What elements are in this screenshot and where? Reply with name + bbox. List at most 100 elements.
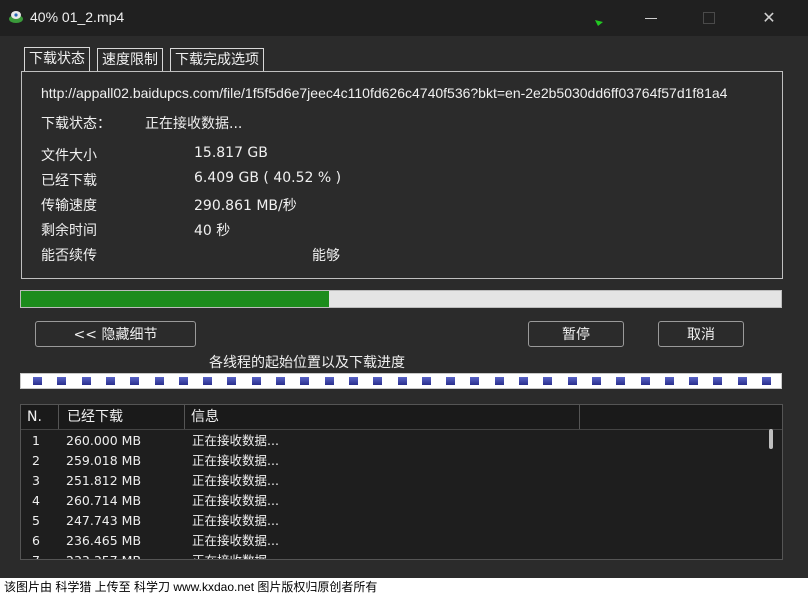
thread-segment xyxy=(373,377,383,385)
thread-segment xyxy=(543,377,553,385)
status-label: 下载状态： xyxy=(41,116,111,132)
table-row[interactable]: 4 260.714 MB 正在接收数据... xyxy=(21,491,766,511)
thread-segment xyxy=(519,377,528,385)
thread-segment xyxy=(227,377,237,385)
tab-download-status[interactable]: 下载状态 xyxy=(24,47,90,72)
progress-fill xyxy=(21,291,329,307)
close-icon: ✕ xyxy=(762,8,776,27)
row-info: 正在接收数据... xyxy=(192,551,279,559)
row-info: 正在接收数据... xyxy=(192,493,279,508)
download-url: http://appall02.baidupcs.com/file/1f5f5d… xyxy=(41,85,728,101)
row-number: 2 xyxy=(32,453,40,468)
minimize-button[interactable] xyxy=(628,0,674,36)
thread-segment xyxy=(81,377,91,385)
hide-details-button[interactable]: << 隐藏细节 xyxy=(35,321,196,347)
cancel-button[interactable]: 取消 xyxy=(658,321,744,347)
table-row[interactable]: 3 251.812 MB 正在接收数据... xyxy=(21,471,766,491)
list-scrollbar-thumb[interactable] xyxy=(769,429,773,449)
app-icon xyxy=(9,11,23,23)
thread-segment xyxy=(57,377,67,385)
row-downloaded: 259.018 MB xyxy=(66,453,142,468)
thread-segment xyxy=(105,377,115,385)
resume-value: 能够 xyxy=(312,248,340,264)
column-header-extra[interactable] xyxy=(580,405,782,429)
row-number: 5 xyxy=(32,513,40,528)
row-info: 正在接收数据... xyxy=(192,433,279,448)
row-downloaded: 260.714 MB xyxy=(66,493,142,508)
column-header-downloaded[interactable]: 已经下载 xyxy=(59,405,185,429)
row-info: 正在接收数据... xyxy=(192,473,279,488)
thread-segment xyxy=(689,377,699,385)
thread-segment xyxy=(251,377,261,385)
row-number: 3 xyxy=(32,473,40,488)
speed-label: 传输速度 xyxy=(41,198,97,214)
title-bar[interactable]: 40% 01_2.mp4 ✕ xyxy=(0,0,808,36)
pause-button[interactable]: 暂停 xyxy=(528,321,624,347)
row-info: 正在接收数据... xyxy=(192,513,279,528)
column-header-info[interactable]: 信息 xyxy=(185,405,580,429)
threads-progress-bar xyxy=(20,373,782,389)
thread-segment xyxy=(470,377,480,385)
thread-segment xyxy=(130,377,140,385)
table-row[interactable]: 1 260.000 MB 正在接收数据... xyxy=(21,431,766,451)
thread-list[interactable]: N. 已经下载 信息 1 260.000 MB 正在接收数据... 2 259.… xyxy=(20,404,783,560)
thread-segment xyxy=(178,377,188,385)
remaining-time-label: 剩余时间 xyxy=(41,223,97,239)
thread-segment xyxy=(664,377,674,385)
thread-segment xyxy=(616,377,626,385)
row-info: 正在接收数据... xyxy=(192,533,279,548)
thread-segment xyxy=(33,377,42,385)
thread-segment xyxy=(762,377,771,385)
row-number: 1 xyxy=(32,433,40,448)
image-caption: 该图片由 科学猎 上传至 科学刀 www.kxdao.net 图片版权归原创者所… xyxy=(0,578,808,596)
thread-segment xyxy=(154,377,164,385)
window-title: 40% 01_2.mp4 xyxy=(30,9,125,25)
threads-progress-label: 各线程的起始位置以及下载进度 xyxy=(209,355,405,371)
thread-segment xyxy=(300,377,310,385)
file-size-label: 文件大小 xyxy=(41,148,97,164)
flag-icon xyxy=(595,20,603,26)
thread-segment xyxy=(276,377,285,385)
close-button[interactable]: ✕ xyxy=(746,0,792,36)
minimize-icon xyxy=(645,18,657,19)
thread-segment xyxy=(591,377,601,385)
row-number: 4 xyxy=(32,493,40,508)
maximize-button[interactable] xyxy=(686,0,732,36)
row-downloaded: 247.743 MB xyxy=(66,513,142,528)
downloaded-value: 6.409 GB ( 40.52 % ) xyxy=(194,170,342,186)
downloaded-label: 已经下载 xyxy=(41,173,97,189)
column-header-number[interactable]: N. xyxy=(21,405,59,429)
thread-segment xyxy=(494,377,504,385)
row-downloaded: 251.812 MB xyxy=(66,473,142,488)
speed-value: 290.861 MB/秒 xyxy=(194,198,297,214)
table-row[interactable]: 6 236.465 MB 正在接收数据... xyxy=(21,531,766,551)
row-downloaded: 236.465 MB xyxy=(66,533,142,548)
thread-segment xyxy=(640,377,650,385)
thread-segment xyxy=(397,377,407,385)
file-size-value: 15.817 GB xyxy=(194,145,268,161)
status-panel: http://appall02.baidupcs.com/file/1f5f5d… xyxy=(21,71,783,279)
thread-segment xyxy=(324,377,334,385)
row-number: 7 xyxy=(32,551,40,559)
thread-segment xyxy=(348,377,358,385)
tab-completion-options[interactable]: 下载完成选项 xyxy=(170,48,264,71)
thread-list-header: N. 已经下载 信息 xyxy=(21,405,782,430)
table-row[interactable]: 2 259.018 MB 正在接收数据... xyxy=(21,451,766,471)
table-row[interactable]: 7 233.357 MB 正在接收数据... xyxy=(21,551,766,559)
row-downloaded: 260.000 MB xyxy=(66,433,142,448)
download-progress-bar xyxy=(20,290,782,308)
maximize-icon xyxy=(703,12,715,24)
thread-segment xyxy=(713,377,723,385)
row-number: 6 xyxy=(32,533,40,548)
thread-segment xyxy=(421,377,431,385)
status-value: 正在接收数据... xyxy=(145,116,243,132)
row-downloaded: 233.357 MB xyxy=(66,551,141,559)
row-info: 正在接收数据... xyxy=(192,453,279,468)
tab-speed-limit[interactable]: 速度限制 xyxy=(97,48,163,71)
remaining-time-value: 40 秒 xyxy=(194,223,231,239)
table-row[interactable]: 5 247.743 MB 正在接收数据... xyxy=(21,511,766,531)
thread-segment xyxy=(737,377,747,385)
resume-label: 能否续传 xyxy=(41,248,97,264)
thread-segment xyxy=(567,377,577,385)
download-window: 40% 01_2.mp4 ✕ 下载状态 速度限制 下载完成选项 http://a… xyxy=(0,0,808,578)
